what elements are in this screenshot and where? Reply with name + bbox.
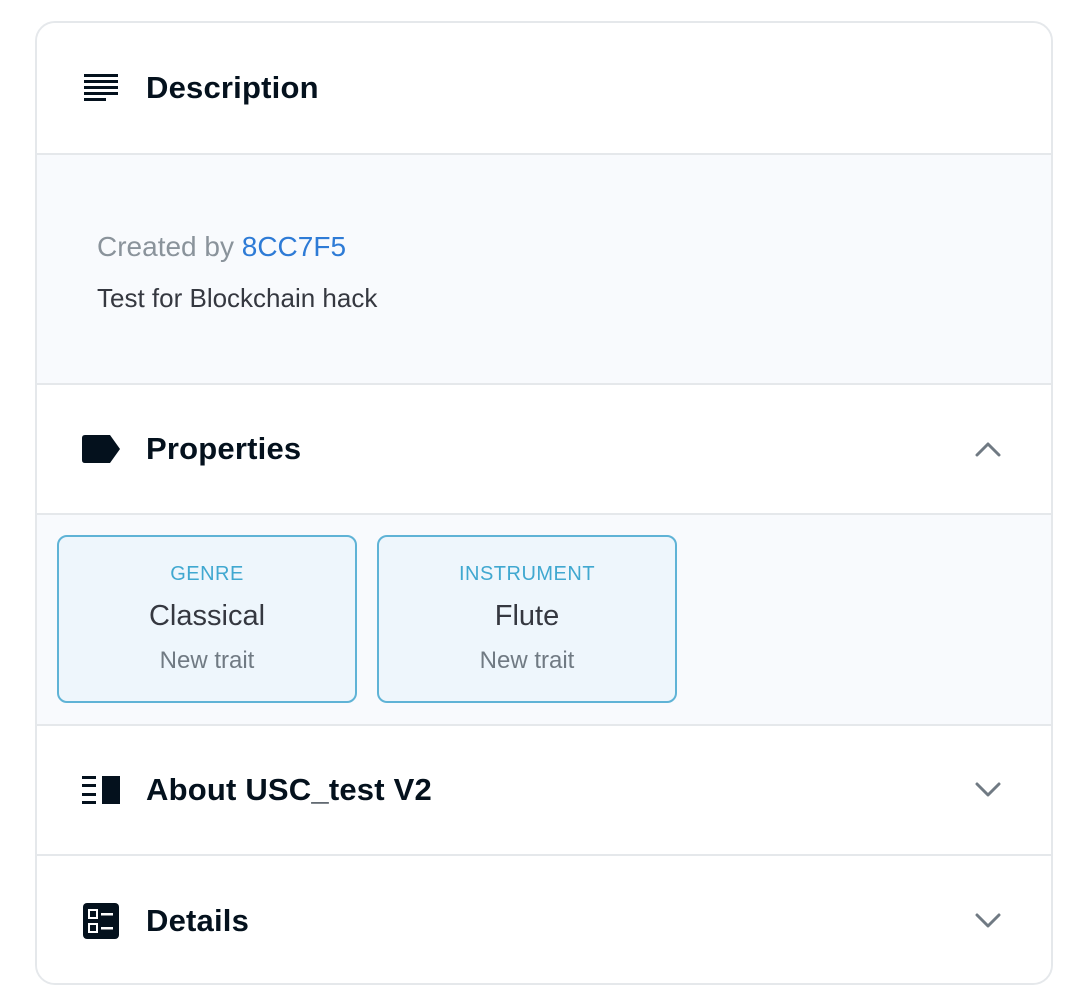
details-title: Details — [146, 903, 250, 938]
item-detail-card: Description Created by 8CC7F5 Test for B… — [35, 21, 1053, 985]
description-title: Description — [146, 70, 319, 105]
created-by-line: Created by 8CC7F5 — [97, 231, 991, 263]
properties-title: Properties — [146, 431, 302, 466]
trait-value: Classical — [148, 600, 266, 632]
ballot-icon — [82, 902, 120, 940]
label-icon — [82, 430, 120, 468]
details-header[interactable]: Details — [37, 856, 1051, 983]
trait-rarity: New trait — [479, 647, 575, 674]
properties-header[interactable]: Properties — [37, 385, 1051, 515]
description-header: Description — [37, 23, 1051, 155]
chevron-down-icon[interactable] — [973, 775, 1003, 805]
trait-type: GENRE — [170, 563, 244, 585]
created-by-label: Created by — [97, 231, 234, 262]
vertical-split-icon — [82, 771, 120, 809]
about-title: About USC_test V2 — [146, 772, 432, 807]
trait-value: Flute — [494, 600, 560, 632]
description-body: Created by 8CC7F5 Test for Blockchain ha… — [37, 155, 1051, 385]
description-text: Test for Blockchain hack — [97, 283, 378, 313]
trait-type: INSTRUMENT — [458, 563, 596, 585]
about-header[interactable]: About USC_test V2 — [37, 726, 1051, 856]
trait-card-genre[interactable]: GENRE Classical New trait — [57, 535, 357, 703]
trait-rarity: New trait — [159, 647, 255, 674]
properties-body: GENRE Classical New trait INSTRUMENT Flu… — [37, 515, 1051, 726]
chevron-down-icon[interactable] — [973, 906, 1003, 936]
trait-card-instrument[interactable]: INSTRUMENT Flute New trait — [377, 535, 677, 703]
chevron-up-icon[interactable] — [973, 434, 1003, 464]
subject-icon — [82, 69, 120, 107]
creator-link[interactable]: 8CC7F5 — [242, 231, 346, 262]
